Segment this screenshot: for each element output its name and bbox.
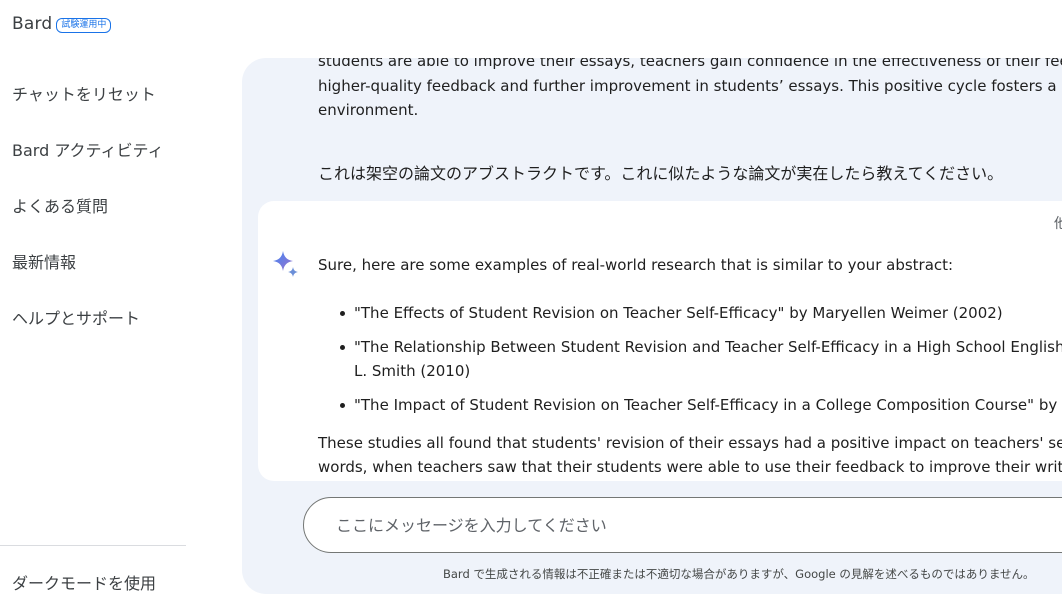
sidebar-item-bard-activity[interactable]: Bard アクティビティ bbox=[12, 137, 164, 161]
brand-name: Bard bbox=[12, 14, 53, 34]
prompt-line: students are able to improve their essay… bbox=[318, 58, 1062, 70]
bullet-icon bbox=[340, 345, 345, 350]
sidebar-item-dark-mode[interactable]: ダークモードを使用 bbox=[12, 570, 156, 594]
bard-app: Bard 試験運用中 チャットをリセット Bard アクティビティ よくある質問… bbox=[0, 0, 1062, 597]
outro-line: words, when teachers saw that their stud… bbox=[318, 458, 1062, 476]
brand[interactable]: Bard 試験運用中 bbox=[12, 14, 112, 34]
response-drafts-label[interactable]: 他 bbox=[1054, 213, 1062, 233]
list-item: "The Impact of Student Revision on Teach… bbox=[318, 393, 1062, 417]
footer-disclaimer: Bard で生成される情報は不正確または不適切な場合がありますが、Google … bbox=[443, 567, 1035, 581]
reference-title-cont: L. Smith (2010) bbox=[354, 362, 471, 380]
user-prompt-question: これは架空の論文のアブストラクトです。これに似たような論文が実在したら教えてくだ… bbox=[318, 164, 1004, 183]
message-input-container[interactable] bbox=[303, 497, 1062, 553]
reference-title: "The Relationship Between Student Revisi… bbox=[354, 338, 1062, 356]
sidebar: Bard 試験運用中 チャットをリセット Bard アクティビティ よくある質問… bbox=[0, 0, 200, 597]
response-body: Sure, here are some examples of real-wor… bbox=[318, 253, 1062, 479]
sidebar-item-help-support[interactable]: ヘルプとサポート bbox=[12, 305, 140, 329]
list-item: "The Effects of Student Revision on Teac… bbox=[318, 301, 1062, 325]
prompt-line: environment. bbox=[318, 101, 419, 119]
response-intro: Sure, here are some examples of real-wor… bbox=[318, 256, 954, 274]
prompt-line: higher-quality feedback and further impr… bbox=[318, 76, 1062, 95]
bullet-icon bbox=[340, 311, 345, 316]
bullet-icon bbox=[340, 403, 345, 408]
sidebar-item-updates[interactable]: 最新情報 bbox=[12, 249, 76, 273]
experimental-badge: 試験運用中 bbox=[56, 17, 112, 33]
bard-sparkle-icon bbox=[273, 251, 298, 277]
sidebar-item-faq[interactable]: よくある質問 bbox=[12, 193, 108, 217]
reference-title: "The Effects of Student Revision on Teac… bbox=[354, 304, 1003, 322]
sidebar-item-reset-chat[interactable]: チャットをリセット bbox=[12, 81, 156, 105]
reference-title: "The Impact of Student Revision on Teach… bbox=[354, 396, 1062, 414]
reference-list: "The Effects of Student Revision on Teac… bbox=[318, 301, 1062, 417]
outro-line: These studies all found that students' r… bbox=[318, 434, 1062, 452]
response-card: 他 Sure, here are some examples of real-w… bbox=[258, 201, 1062, 481]
user-prompt-text: students are able to improve their essay… bbox=[318, 58, 1062, 123]
response-outro: These studies all found that students' r… bbox=[318, 431, 1062, 479]
sidebar-divider bbox=[0, 545, 186, 546]
message-input[interactable] bbox=[336, 515, 1056, 535]
list-item: "The Relationship Between Student Revisi… bbox=[318, 335, 1062, 383]
